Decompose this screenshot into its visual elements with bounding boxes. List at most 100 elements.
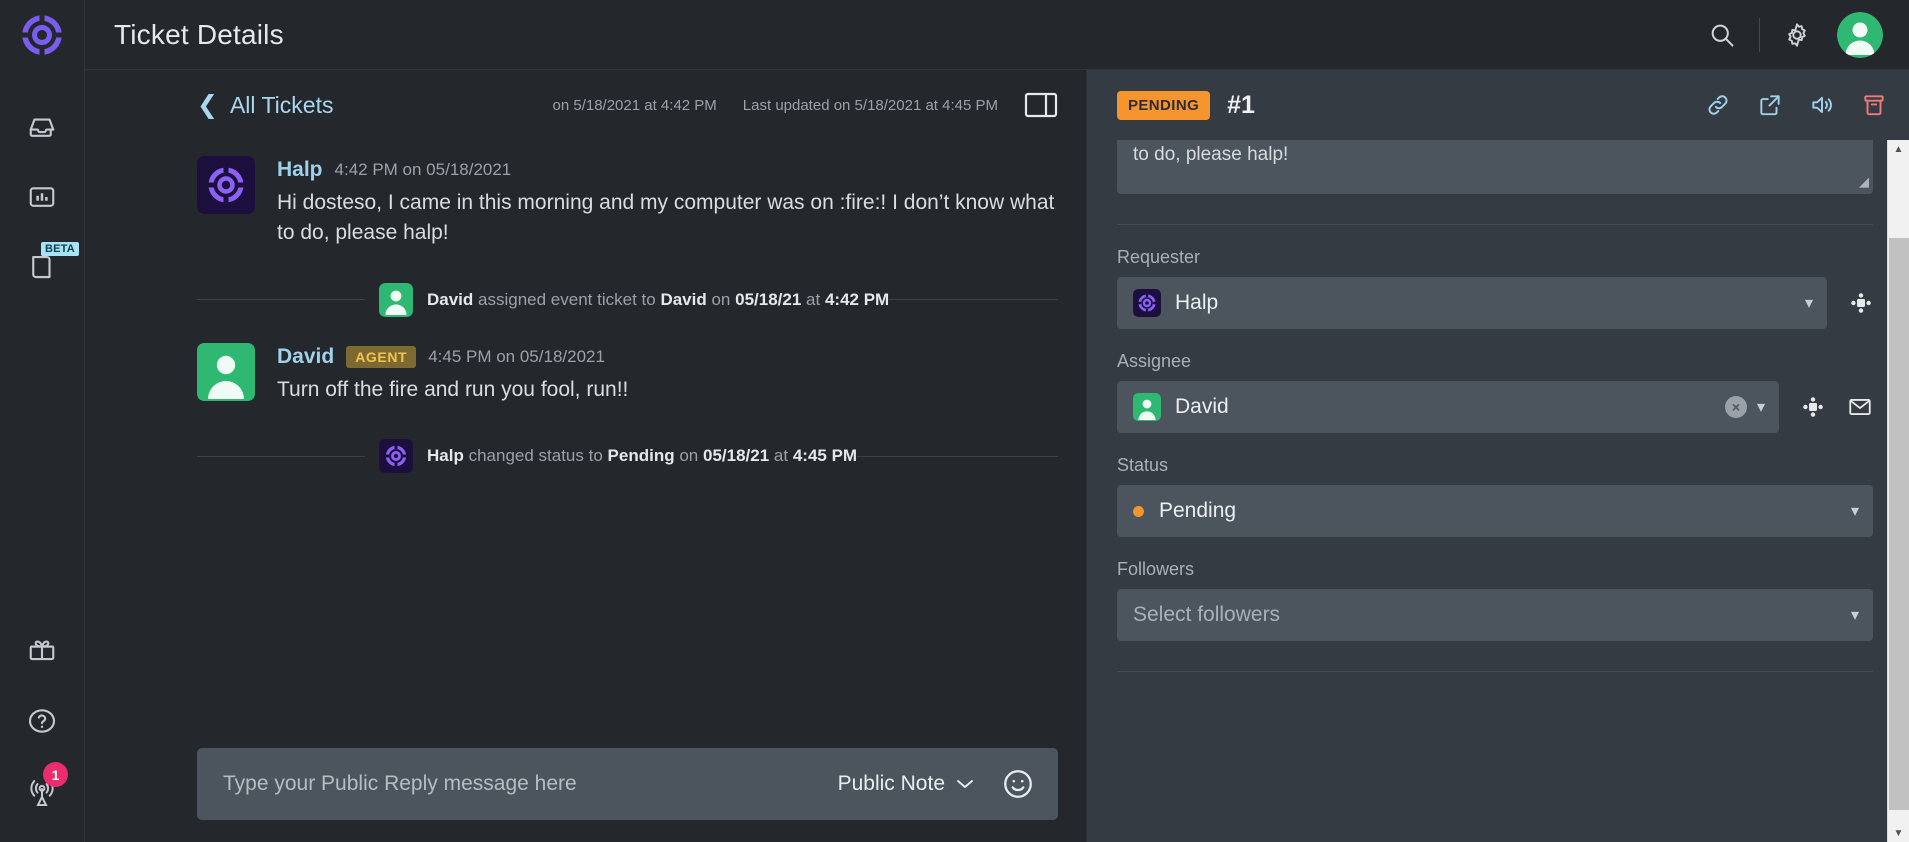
page-title: Ticket Details: [114, 18, 284, 50]
message-item: Halp 4:42 PM on 05/18/2021 Hi dosteso, I…: [197, 156, 1058, 249]
delete-button[interactable]: [1861, 92, 1887, 118]
scrollbar-track[interactable]: [1888, 158, 1909, 824]
field-label: Requester: [1117, 247, 1201, 267]
chevron-down-icon: ▾: [1756, 399, 1765, 416]
event-on-label: on: [711, 289, 731, 309]
field-row: Select followers ▾: [1117, 589, 1873, 641]
field-requester: Requester Halp ▾: [1117, 247, 1873, 329]
conversation-pane: ❮ All Tickets on 5/18/2021 at 4:42 PM La…: [85, 70, 1087, 842]
message-text: Hi dosteso, I came in this morning and m…: [277, 191, 1055, 245]
avatar: [379, 282, 413, 317]
copy-link-button[interactable]: [1705, 92, 1731, 118]
email-icon[interactable]: [1847, 394, 1873, 420]
sidebar-item-analytics[interactable]: [21, 176, 63, 218]
divider: [197, 455, 365, 457]
status-badge: PENDING: [1117, 90, 1211, 120]
divider: [857, 455, 1058, 457]
back-label: All Tickets: [229, 91, 334, 118]
message-item: David AGENT 4:45 PM on 05/18/2021 Turn o…: [197, 342, 1058, 405]
chevron-down-icon: ▾: [1804, 295, 1813, 312]
followers-select[interactable]: Select followers ▾: [1117, 589, 1873, 641]
person-avatar: [1133, 393, 1161, 421]
app-root: BETA 1 Ticket Details ❮ All Tickets on 5…: [0, 0, 1909, 842]
system-event: Halp changed status to Pending on 05/18/…: [197, 439, 1058, 474]
created-timestamp: on 5/18/2021 at 4:42 PM: [552, 96, 717, 114]
open-external-button[interactable]: [1757, 92, 1783, 118]
field-label: Status: [1117, 455, 1169, 475]
detail-scrollbar[interactable]: ▲ ▼: [1887, 140, 1909, 842]
subject-textarea[interactable]: Hi dosteso, I came in this morning and m…: [1117, 140, 1873, 194]
reply-composer: Public Note: [197, 748, 1058, 820]
subject-text: Hi dosteso, I came in this morning and m…: [1133, 143, 1289, 165]
divider: [1117, 671, 1873, 672]
event-at-label: at: [773, 446, 789, 466]
chevron-down-icon: [957, 780, 973, 788]
rail-primary-items: BETA: [21, 106, 79, 288]
divider: [1117, 224, 1873, 225]
sidebar-item-referrals[interactable]: [21, 628, 63, 670]
chevron-down-icon: ▾: [1850, 607, 1859, 624]
scrollbar-thumb[interactable]: [1888, 238, 1909, 810]
body-area: ❮ All Tickets on 5/18/2021 at 4:42 PM La…: [85, 70, 1909, 842]
scroll-up-arrow-icon[interactable]: ▲: [1888, 140, 1909, 158]
status-select[interactable]: Pending ▾: [1117, 485, 1873, 537]
scroll-down-arrow-icon[interactable]: ▼: [1888, 824, 1909, 842]
followers-placeholder: Select followers: [1133, 603, 1281, 626]
message-author[interactable]: Halp: [277, 158, 323, 182]
emoji-picker-button[interactable]: [1000, 766, 1036, 802]
beta-badge: BETA: [41, 242, 79, 257]
halp-logo[interactable]: [20, 13, 64, 62]
slack-icon[interactable]: [1801, 395, 1825, 419]
divider: [889, 299, 1058, 301]
sidebar-item-knowledge-base[interactable]: BETA: [21, 242, 79, 288]
sidebar-item-inbox[interactable]: [21, 106, 63, 148]
sidebar-item-announcements[interactable]: 1: [21, 762, 68, 814]
avatar: [197, 156, 255, 214]
requester-select[interactable]: Halp ▾: [1117, 277, 1827, 329]
halp-logo-avatar: [1133, 289, 1161, 317]
split-panel-toggle[interactable]: [1024, 91, 1058, 119]
assignee-select[interactable]: David × ▾: [1117, 381, 1779, 433]
field-row: Halp ▾: [1117, 277, 1873, 329]
announce-button[interactable]: [1809, 92, 1835, 118]
message-body: Halp 4:42 PM on 05/18/2021 Hi dosteso, I…: [277, 156, 1058, 249]
field-row: Pending ▾: [1117, 485, 1873, 537]
field-assignee: Assignee David × ▾: [1117, 351, 1873, 433]
event-text: Halp changed status to Pending on 05/18/…: [427, 446, 857, 466]
sidebar-item-help[interactable]: [21, 700, 63, 742]
topbar-actions: [1694, 7, 1883, 63]
system-event: David assigned event ticket to David on …: [197, 282, 1058, 317]
resize-handle-icon[interactable]: ◢: [1859, 172, 1869, 192]
avatar: [197, 342, 255, 401]
search-button[interactable]: [1694, 7, 1750, 63]
clear-assignee-icon[interactable]: ×: [1724, 396, 1747, 418]
ticket-number: #1: [1227, 90, 1255, 119]
left-nav-rail: BETA 1: [0, 0, 85, 842]
message-author[interactable]: David: [277, 345, 334, 369]
detail-fields-scroll: Hi dosteso, I came in this morning and m…: [1087, 140, 1909, 842]
note-type-selector[interactable]: Public Note: [838, 772, 974, 796]
back-to-all-tickets[interactable]: ❮ All Tickets: [197, 92, 333, 119]
rail-bottom-items: 1: [21, 628, 68, 814]
user-avatar[interactable]: [1837, 11, 1883, 58]
detail-actions: [1705, 92, 1887, 118]
slack-icon[interactable]: [1849, 291, 1873, 315]
avatar: [379, 439, 413, 474]
field-label: Followers: [1117, 559, 1195, 579]
composer-area: Public Note: [85, 748, 1086, 842]
status-value: Pending: [1159, 499, 1237, 522]
divider: [197, 299, 365, 301]
agent-badge: AGENT: [346, 345, 417, 368]
message-header: David AGENT 4:45 PM on 05/18/2021: [277, 345, 628, 369]
event-date: 05/18/21: [735, 289, 802, 309]
field-label: Assignee: [1117, 351, 1192, 371]
settings-button[interactable]: [1769, 7, 1825, 63]
reply-input[interactable]: [223, 772, 838, 796]
event-action: assigned event ticket to: [478, 289, 656, 309]
message-body: David AGENT 4:45 PM on 05/18/2021 Turn o…: [277, 343, 628, 405]
event-actor: Halp: [427, 446, 464, 466]
event-date: 05/18/21: [702, 446, 770, 466]
note-type-label: Public Note: [837, 772, 945, 795]
chevron-down-icon: ▾: [1850, 503, 1859, 520]
chevron-left-icon: ❮: [197, 90, 218, 119]
